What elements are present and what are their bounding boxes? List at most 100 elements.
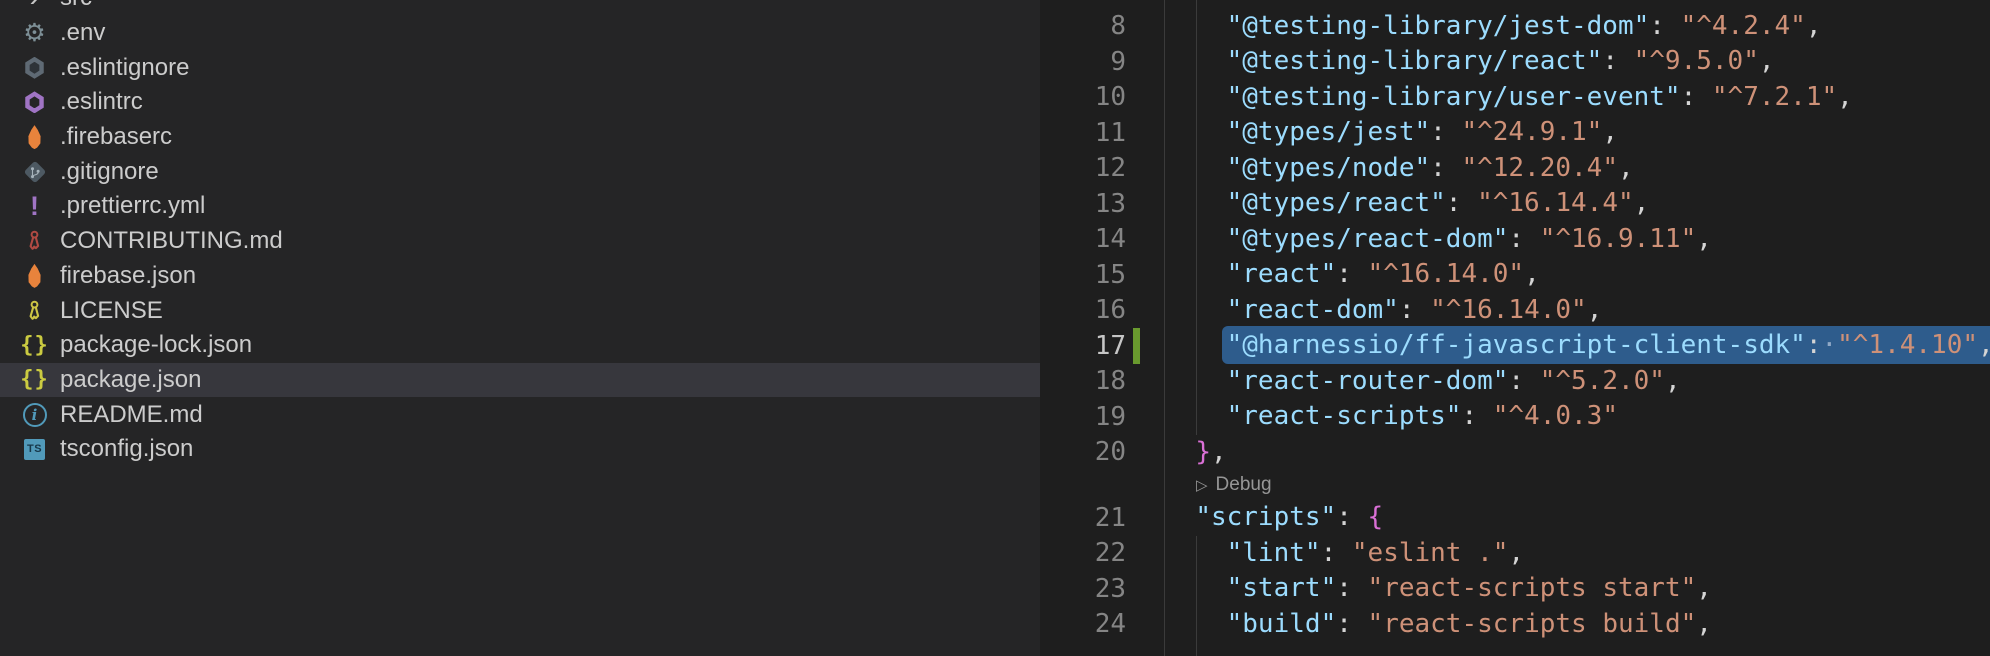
json-value: ^4.2.4 (1696, 11, 1790, 41)
json-key: @types/jest (1242, 117, 1414, 147)
code-line-24: 24 "build": "react-scripts build", (1040, 607, 1990, 643)
code-text[interactable]: "build": "react-scripts build", (1164, 607, 1712, 643)
line-number[interactable]: 20 (1040, 437, 1126, 467)
folder-row-src[interactable]: ›src (0, 0, 1040, 16)
line-number[interactable]: 21 (1040, 503, 1126, 533)
code-text[interactable]: "@testing-library/user-event": "^7.2.1", (1164, 80, 1853, 116)
editor-pane[interactable]: 8 "@testing-library/jest-dom": "^4.2.4",… (1040, 0, 1990, 656)
json-value: react-scripts start (1383, 573, 1680, 603)
line-number[interactable]: 13 (1040, 189, 1126, 219)
json-key: @harnessio/ff-javascript-client-sdk (1242, 330, 1790, 360)
file-label: README.md (60, 401, 203, 429)
code-text[interactable]: "lint": "eslint .", (1164, 536, 1524, 572)
code-text[interactable]: "start": "react-scripts start", (1164, 571, 1712, 607)
line-number[interactable]: 19 (1040, 402, 1126, 432)
json-value: ^4.0.3 (1508, 401, 1602, 431)
code-line-20: 20 }, (1040, 435, 1990, 471)
line-number[interactable]: 12 (1040, 153, 1126, 183)
codelens-row: ▷Debug (1040, 470, 1990, 500)
line-number[interactable]: 24 (1040, 609, 1126, 639)
code-text[interactable]: "@testing-library/jest-dom": "^4.2.4", (1164, 9, 1821, 45)
line-number[interactable]: 8 (1040, 11, 1126, 41)
file-label: .firebaserc (60, 123, 172, 151)
code-line-22: 22 "lint": "eslint .", (1040, 536, 1990, 572)
code-text[interactable]: "@harnessio/ff-javascript-client-sdk":·"… (1164, 328, 1990, 364)
code-text[interactable]: }, (1164, 435, 1227, 471)
gear-icon: ⚙ (21, 20, 48, 47)
code-line-16: 16 "react-dom": "^16.14.0", (1040, 293, 1990, 329)
file-label: package-lock.json (60, 331, 252, 359)
json-value: ^1.4.10 (1853, 330, 1963, 360)
keys-red-icon (21, 228, 48, 255)
json-key: react (1242, 259, 1320, 289)
code-text[interactable]: "@types/react": "^16.14.4", (1164, 186, 1649, 222)
file-label: .eslintignore (60, 54, 189, 82)
code-text[interactable]: "@types/node": "^12.20.4", (1164, 151, 1634, 187)
code-text[interactable]: "@types/react-dom": "^16.9.11", (1164, 222, 1712, 258)
code-line-11: 11 "@types/jest": "^24.9.1", (1040, 115, 1990, 151)
file-row-.firebaserc[interactable]: .firebaserc (0, 120, 1040, 155)
flame-icon (21, 262, 48, 289)
code-text[interactable]: "scripts": { (1164, 500, 1383, 536)
file-row-package-lock.json[interactable]: {}package-lock.json (0, 328, 1040, 363)
line-number[interactable]: 16 (1040, 295, 1126, 325)
json-value: ^16.14.0 (1383, 259, 1508, 289)
line-number[interactable]: 14 (1040, 224, 1126, 254)
json-value: ^16.14.4 (1493, 188, 1618, 218)
json-value: ^24.9.1 (1477, 117, 1587, 147)
file-row-.env[interactable]: ⚙.env (0, 16, 1040, 51)
file-row-.eslintrc[interactable]: .eslintrc (0, 85, 1040, 120)
explorer-sidebar: ›src⚙.env .eslintignore .eslintrc .firebase… (0, 0, 1040, 656)
code-text[interactable]: "react-scripts": "^4.0.3" (1164, 399, 1618, 435)
code-line-15: 15 "react": "^16.14.0", (1040, 257, 1990, 293)
code-text[interactable]: "react-router-dom": "^5.2.0", (1164, 364, 1681, 400)
close-brace: } (1195, 437, 1211, 467)
code-line-12: 12 "@types/node": "^12.20.4", (1040, 151, 1990, 187)
code-text[interactable]: "react-dom": "^16.14.0", (1164, 293, 1602, 329)
file-row-LICENSE[interactable]: LICENSE (0, 293, 1040, 328)
json-value: ^9.5.0 (1649, 46, 1743, 76)
line-number[interactable]: 10 (1040, 82, 1126, 112)
typescript-icon: TS (21, 436, 48, 463)
flame-icon (21, 124, 48, 151)
codelens-debug-link[interactable]: ▷Debug (1196, 474, 1272, 496)
line-number[interactable]: 18 (1040, 366, 1126, 396)
code-line-23: 23 "start": "react-scripts start", (1040, 571, 1990, 607)
file-row-firebase.json[interactable]: firebase.json (0, 259, 1040, 294)
file-label: CONTRIBUTING.md (60, 227, 283, 255)
line-number[interactable]: 9 (1040, 47, 1126, 77)
file-row-.eslintignore[interactable]: .eslintignore (0, 50, 1040, 85)
line-number[interactable]: 23 (1040, 574, 1126, 604)
line-number[interactable]: 11 (1040, 118, 1126, 148)
file-row-tsconfig.json[interactable]: TStsconfig.json (0, 432, 1040, 467)
json-key: scripts (1211, 502, 1321, 532)
code-text[interactable]: "@types/jest": "^24.9.1", (1164, 115, 1618, 151)
line-number[interactable]: 15 (1040, 260, 1126, 290)
code-line-21: 21 "scripts": { (1040, 500, 1990, 536)
codelens-label: Debug (1216, 474, 1272, 496)
code-lines: 8 "@testing-library/jest-dom": "^4.2.4",… (1040, 0, 1990, 642)
code-text[interactable]: "@testing-library/react": "^9.5.0", (1164, 44, 1775, 80)
file-row-CONTRIBUTING.md[interactable]: CONTRIBUTING.md (0, 224, 1040, 259)
line-number[interactable]: 22 (1040, 538, 1126, 568)
line-number[interactable]: 17 (1040, 331, 1126, 361)
git-added-gutter-indicator[interactable] (1133, 328, 1140, 364)
code-line-18: 18 "react-router-dom": "^5.2.0", (1040, 364, 1990, 400)
json-value: eslint . (1368, 538, 1493, 568)
json-value: react-scripts build (1383, 609, 1680, 639)
file-row-.prettierrc.yml[interactable]: !.prettierrc.yml (0, 189, 1040, 224)
json-value: ^16.14.0 (1446, 295, 1571, 325)
json-key: @types/node (1242, 153, 1414, 183)
json-key: lint (1242, 538, 1305, 568)
file-label: package.json (60, 366, 201, 394)
code-text[interactable]: "react": "^16.14.0", (1164, 257, 1540, 293)
json-key: react-scripts (1242, 401, 1446, 431)
json-key: @testing-library/jest-dom (1242, 11, 1633, 41)
file-row-.gitignore[interactable]: .gitignore (0, 154, 1040, 189)
code-line-17: 17 "@harnessio/ff-javascript-client-sdk"… (1040, 328, 1990, 364)
keys-yellow-icon (21, 297, 48, 324)
file-row-README.md[interactable]: iREADME.md (0, 397, 1040, 432)
file-row-package.json[interactable]: {}package.json (0, 363, 1040, 398)
json-key: react-router-dom (1242, 366, 1492, 396)
json-key: @testing-library/react (1242, 46, 1586, 76)
